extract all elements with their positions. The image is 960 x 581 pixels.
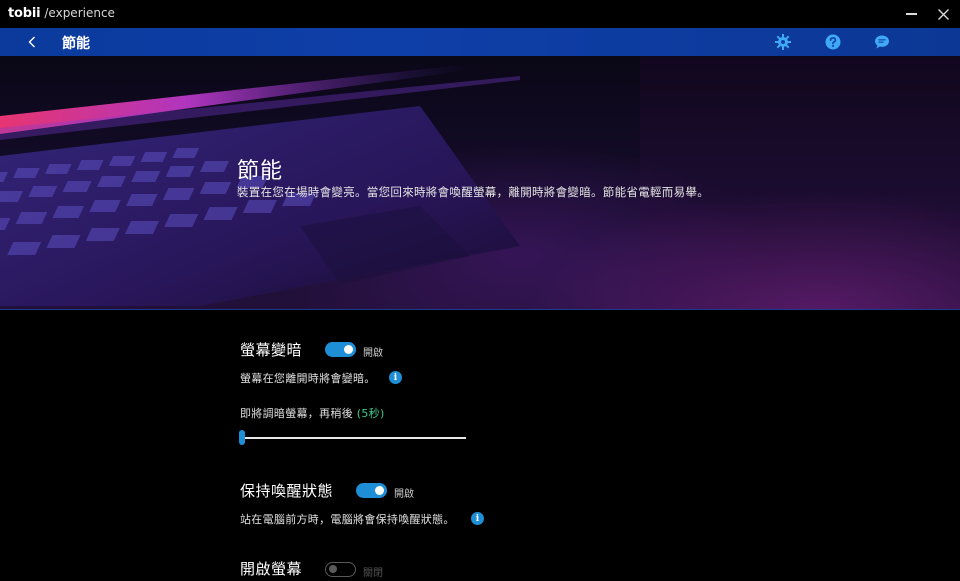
dim-screen-description: 螢幕在您離開時將會變暗。 [240, 372, 376, 385]
brand-subtitle: /experience [44, 6, 115, 20]
close-icon [937, 8, 949, 20]
wake-screen-toggle-state: 關閉 [363, 568, 383, 579]
dim-delay-value: (5秒) [356, 407, 385, 420]
app-brand: tobii /experience [8, 6, 115, 21]
help-icon [825, 34, 841, 50]
wake-screen-toggle[interactable] [325, 562, 356, 577]
stay-awake-toggle[interactable] [356, 483, 387, 498]
close-button[interactable] [931, 3, 955, 25]
brand-logo: tobii [8, 6, 41, 21]
hero-divider [0, 309, 960, 310]
stay-awake-description: 站在電腦前方時，電腦將會保持喚醒狀態。 [240, 513, 455, 526]
feedback-button[interactable] [873, 33, 891, 51]
info-icon[interactable]: i [471, 512, 484, 525]
minimize-icon [905, 13, 917, 15]
dim-delay-slider-thumb[interactable] [239, 430, 245, 445]
laptop-keyboard-illustration [0, 56, 960, 310]
chat-icon [875, 35, 889, 49]
dim-delay-label: 即將調暗螢幕，再稍後 (5秒) [240, 405, 385, 421]
page-title: 節能 [62, 36, 90, 52]
hero-banner: 節能 裝置在您在場時會變亮。當您回來時將會喚醒螢幕，離開時將會變暗。節能省電輕而… [0, 56, 960, 310]
dim-screen-toggle[interactable] [325, 342, 356, 357]
help-button[interactable] [824, 33, 842, 51]
dim-screen-title: 螢幕變暗 [240, 341, 303, 359]
hero-title: 節能 [237, 159, 284, 184]
stay-awake-toggle-state: 開啟 [394, 489, 414, 500]
gear-icon [775, 34, 791, 50]
dim-screen-toggle-state: 開啟 [363, 348, 383, 359]
nav-bar: 節能 [0, 28, 960, 56]
dim-delay-text: 即將調暗螢幕，再稍後 [240, 407, 353, 420]
minimize-button[interactable] [899, 3, 923, 25]
back-button[interactable] [22, 32, 42, 52]
settings-button[interactable] [774, 33, 792, 51]
info-icon[interactable]: i [389, 371, 402, 384]
stay-awake-title: 保持喚醒狀態 [240, 482, 334, 500]
window-title-bar: tobii /experience [0, 0, 960, 28]
hero-description: 裝置在您在場時會變亮。當您回來時將會喚醒螢幕，離開時將會變暗。節能省電輕而易舉。 [237, 185, 709, 199]
wake-screen-title: 開啟螢幕 [240, 560, 303, 578]
back-chevron-icon [28, 36, 35, 48]
dim-delay-slider-track[interactable] [240, 437, 466, 439]
